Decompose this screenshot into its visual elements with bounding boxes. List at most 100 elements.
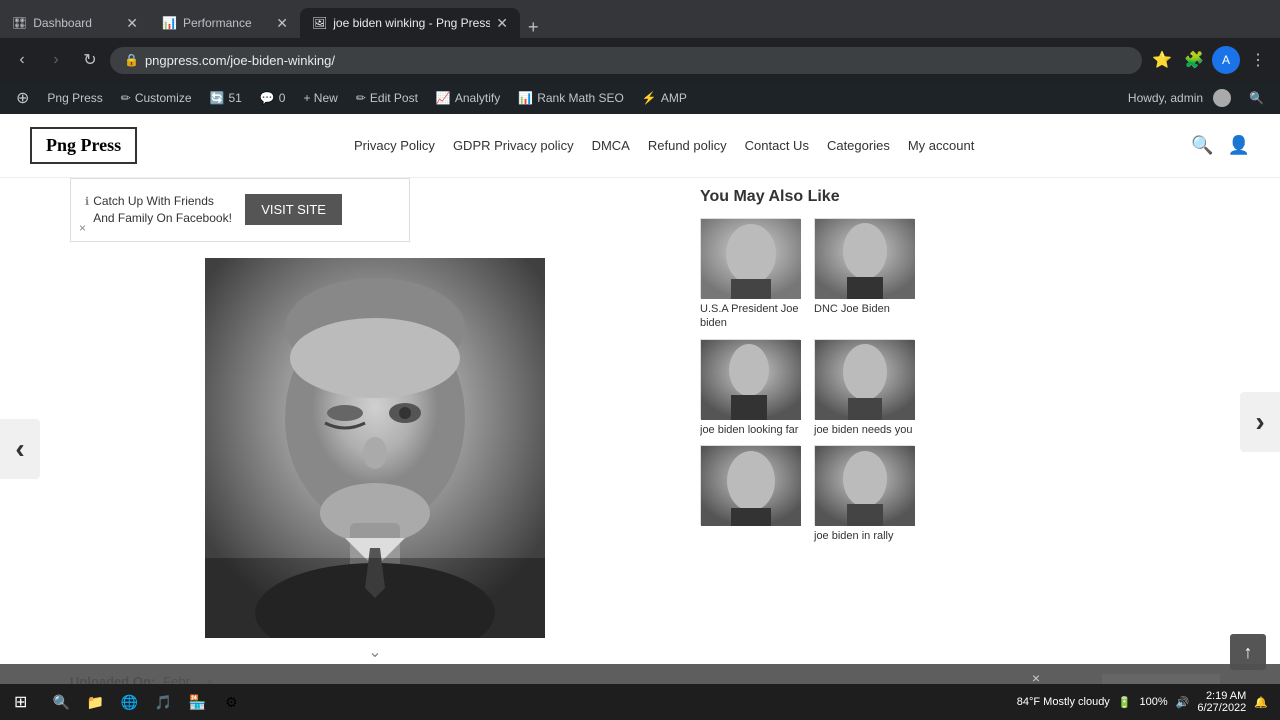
main-image: [205, 258, 545, 638]
content-area: ℹ Catch Up With Friends And Family On Fa…: [0, 178, 700, 720]
rank-math-icon: 📊: [518, 91, 533, 105]
nav-bar: ‹ › ↻ 🔒 pngpress.com/joe-biden-winking/ …: [0, 38, 1280, 82]
analytify-icon: 📈: [436, 91, 451, 105]
nav-categories[interactable]: Categories: [827, 138, 890, 153]
more-menu-button[interactable]: ⋮: [1244, 46, 1272, 74]
taskbar-right: 84°F Mostly cloudy 🔋 100% 🔊 2:19 AM 6/27…: [1005, 690, 1280, 714]
taskbar-browser[interactable]: 🌐: [113, 686, 145, 718]
taskbar-store[interactable]: 🏪: [181, 686, 213, 718]
bookmark-star-button[interactable]: ⭐: [1148, 46, 1176, 74]
nav-contact[interactable]: Contact Us: [745, 138, 809, 153]
start-button[interactable]: ⊞: [0, 684, 41, 720]
profile-button[interactable]: A: [1212, 46, 1240, 74]
related-caption-2: DNC Joe Biden: [814, 302, 920, 316]
wp-edit-post[interactable]: ✏ Edit Post: [348, 82, 426, 114]
tab-active[interactable]: 🖼 joe biden winking - Png Press pr... ✕: [300, 8, 520, 38]
search-icon[interactable]: 🔍: [1191, 135, 1213, 156]
wp-logo-icon: ⊕: [16, 88, 29, 108]
taskbar-music[interactable]: 🎵: [147, 686, 179, 718]
address-bar[interactable]: 🔒 pngpress.com/joe-biden-winking/: [110, 47, 1142, 74]
nav-my-account[interactable]: My account: [908, 138, 974, 153]
wp-amp[interactable]: ⚡ AMP: [634, 82, 695, 114]
comment-icon: 💬: [260, 91, 275, 105]
reload-button[interactable]: ↻: [76, 46, 104, 74]
wp-updates[interactable]: 🔄 51: [202, 82, 250, 114]
taskbar-files[interactable]: 📁: [79, 686, 111, 718]
taskbar-items: 🔍 📁 🌐 🎵 🏪 ⚙: [41, 686, 251, 718]
tab-performance[interactable]: 📊 Performance ✕: [150, 8, 300, 38]
related-item-5[interactable]: [700, 445, 806, 543]
extensions-button[interactable]: 🧩: [1180, 46, 1208, 74]
wp-analytify[interactable]: 📈 Analytify: [428, 82, 508, 114]
nav-dmca[interactable]: DMCA: [592, 138, 630, 153]
wp-customize[interactable]: ✏ Customize: [113, 82, 200, 114]
amp-icon: ⚡: [642, 91, 657, 105]
related-item-4[interactable]: joe biden needs you: [814, 339, 920, 437]
related-img-1: [700, 218, 800, 298]
related-img-2: [814, 218, 914, 298]
new-tab-button[interactable]: +: [520, 17, 547, 38]
forward-button[interactable]: ›: [42, 46, 70, 74]
weather-text: 84°F Mostly cloudy: [1017, 696, 1110, 708]
related-caption-4: joe biden needs you: [814, 423, 920, 437]
ad-close-button[interactable]: ×: [79, 221, 86, 235]
tab-favicon-performance: 📊: [162, 16, 177, 30]
taskbar-settings[interactable]: ⚙: [215, 686, 247, 718]
related-img-4: [814, 339, 914, 419]
related-item-3[interactable]: joe biden looking far: [700, 339, 806, 437]
site-nav: Privacy Policy GDPR Privacy policy DMCA …: [354, 138, 974, 153]
wp-new[interactable]: + New: [295, 82, 345, 114]
nav-icons: ⭐ 🧩 A ⋮: [1148, 46, 1272, 74]
wp-howdy[interactable]: Howdy, admin: [1120, 82, 1239, 114]
main-image-container: [70, 258, 680, 638]
related-item-1[interactable]: U.S.A President Joe biden: [700, 218, 806, 331]
nav-privacy-policy[interactable]: Privacy Policy: [354, 138, 435, 153]
tab-close-performance[interactable]: ✕: [276, 15, 288, 32]
notification-icon[interactable]: 🔔: [1254, 696, 1268, 709]
prev-arrow[interactable]: ‹: [0, 419, 40, 479]
tab-label-performance: Performance: [183, 16, 252, 30]
nav-gdpr[interactable]: GDPR Privacy policy: [453, 138, 574, 153]
wp-admin-bar: ⊕ Png Press ✏ Customize 🔄 51 💬 0 + New ✏…: [0, 82, 1280, 114]
tab-close-active[interactable]: ✕: [496, 15, 508, 32]
header-icons: 🔍 👤: [1191, 135, 1250, 156]
wp-logo-item[interactable]: ⊕: [8, 82, 37, 114]
edit-icon: ✏: [356, 91, 366, 105]
ad-info-icon: ℹ: [85, 195, 89, 208]
ad-text: Catch Up With Friends And Family On Face…: [93, 193, 233, 227]
left-arrow-icon: ‹: [15, 433, 24, 465]
clock-time: 2:19 AM: [1197, 690, 1246, 702]
next-arrow[interactable]: ›: [1240, 392, 1280, 452]
wp-rank-math[interactable]: 📊 Rank Math SEO: [510, 82, 632, 114]
tab-dashboard[interactable]: 🎛 Dashboard ✕: [0, 8, 150, 38]
site-logo[interactable]: Png Press: [30, 127, 137, 164]
right-sidebar: You May Also Like U.S.A President Joe bi…: [700, 178, 940, 720]
nav-refund[interactable]: Refund policy: [648, 138, 727, 153]
taskbar-search[interactable]: 🔍: [45, 686, 77, 718]
ad-visit-site-button[interactable]: VISIT SITE: [245, 194, 342, 225]
tab-favicon-active: 🖼: [312, 16, 327, 30]
wp-admin-right: Howdy, admin 🔍: [1120, 82, 1272, 114]
related-img-5: [700, 445, 800, 525]
start-icon: ⊞: [14, 692, 27, 712]
related-item-6[interactable]: joe biden in rally: [814, 445, 920, 543]
taskbar-clock[interactable]: 2:19 AM 6/27/2022: [1197, 690, 1246, 714]
wp-site-name[interactable]: Png Press: [39, 82, 110, 114]
lock-icon: 🔒: [124, 53, 139, 67]
ad-banner: ℹ Catch Up With Friends And Family On Fa…: [70, 178, 410, 242]
related-caption-3: joe biden looking far: [700, 423, 806, 437]
right-arrow-icon: ›: [1255, 406, 1264, 438]
volume-icon[interactable]: 🔊: [1176, 696, 1190, 709]
clock-date: 6/27/2022: [1197, 702, 1246, 714]
customize-label: ✏: [121, 91, 131, 105]
user-icon[interactable]: 👤: [1228, 135, 1250, 156]
wp-comments[interactable]: 💬 0: [252, 82, 294, 114]
tab-close-dashboard[interactable]: ✕: [126, 15, 138, 32]
related-grid: U.S.A President Joe biden DNC Joe Biden: [700, 218, 920, 543]
battery-icon: 🔋: [1118, 696, 1132, 709]
main-image-svg: [205, 258, 545, 638]
related-item-2[interactable]: DNC Joe Biden: [814, 218, 920, 331]
wp-search-button[interactable]: 🔍: [1241, 82, 1272, 114]
back-button[interactable]: ‹: [8, 46, 36, 74]
page-body: Png Press Privacy Policy GDPR Privacy po…: [0, 114, 1280, 720]
